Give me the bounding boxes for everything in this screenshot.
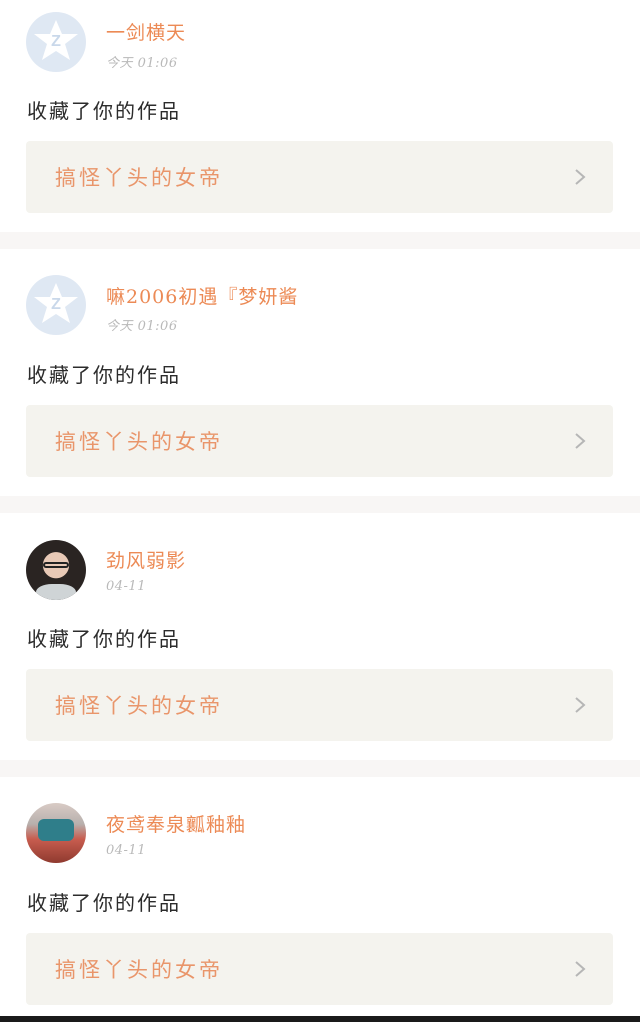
timestamp: 今天 01:06 [106,56,178,71]
user-name[interactable]: 夜鸢奉泉瓤釉釉 [106,810,246,837]
avatar-detail [43,562,69,568]
work-link[interactable]: 搞怪丫头的女帝 [26,405,613,477]
user-name[interactable]: 劲风弱影 [106,546,186,573]
action-text: 收藏了你的作品 [27,363,181,387]
notification-card: 夜鸢奉泉瓤釉釉 04-11 收藏了你的作品 搞怪丫头的女帝 [0,777,640,1016]
svg-text:Z: Z [51,33,61,50]
svg-text:Z: Z [51,296,61,313]
notification-card: 劲风弱影 04-11 收藏了你的作品 搞怪丫头的女帝 [0,513,640,760]
action-text: 收藏了你的作品 [27,891,181,915]
user-name[interactable]: 一剑横天 [106,18,186,45]
work-link[interactable]: 搞怪丫头的女帝 [26,669,613,741]
action-text: 收藏了你的作品 [27,627,181,651]
default-avatar-icon[interactable]: Z [26,12,86,72]
action-text: 收藏了你的作品 [27,99,181,123]
user-photo-avatar[interactable] [26,540,86,600]
chevron-right-icon [575,961,586,977]
work-title: 搞怪丫头的女帝 [55,166,223,190]
chevron-right-icon [575,169,586,185]
work-title: 搞怪丫头的女帝 [55,958,223,982]
notification-card: Z 一剑横天 今天 01:06 收藏了你的作品 搞怪丫头的女帝 [0,0,640,232]
avatar-detail [38,819,74,841]
timestamp: 04-11 [106,579,146,594]
user-photo-avatar[interactable] [26,803,86,863]
chevron-right-icon [575,697,586,713]
notification-feed: Z 一剑横天 今天 01:06 收藏了你的作品 搞怪丫头的女帝 Z 嘛2006初… [0,0,640,1022]
work-title: 搞怪丫头的女帝 [55,430,223,454]
notification-card: Z 嘛2006初遇『梦妍酱 今天 01:06 收藏了你的作品 搞怪丫头的女帝 [0,249,640,496]
timestamp: 今天 01:06 [106,319,178,334]
work-title: 搞怪丫头的女帝 [55,694,223,718]
timestamp: 04-11 [106,843,146,858]
work-link[interactable]: 搞怪丫头的女帝 [26,933,613,1005]
user-name[interactable]: 嘛2006初遇『梦妍酱 [106,282,298,309]
default-avatar-icon[interactable]: Z [26,275,86,335]
avatar-detail [36,584,76,600]
work-link[interactable]: 搞怪丫头的女帝 [26,141,613,213]
bottom-edge-bar [0,1016,640,1022]
chevron-right-icon [575,433,586,449]
